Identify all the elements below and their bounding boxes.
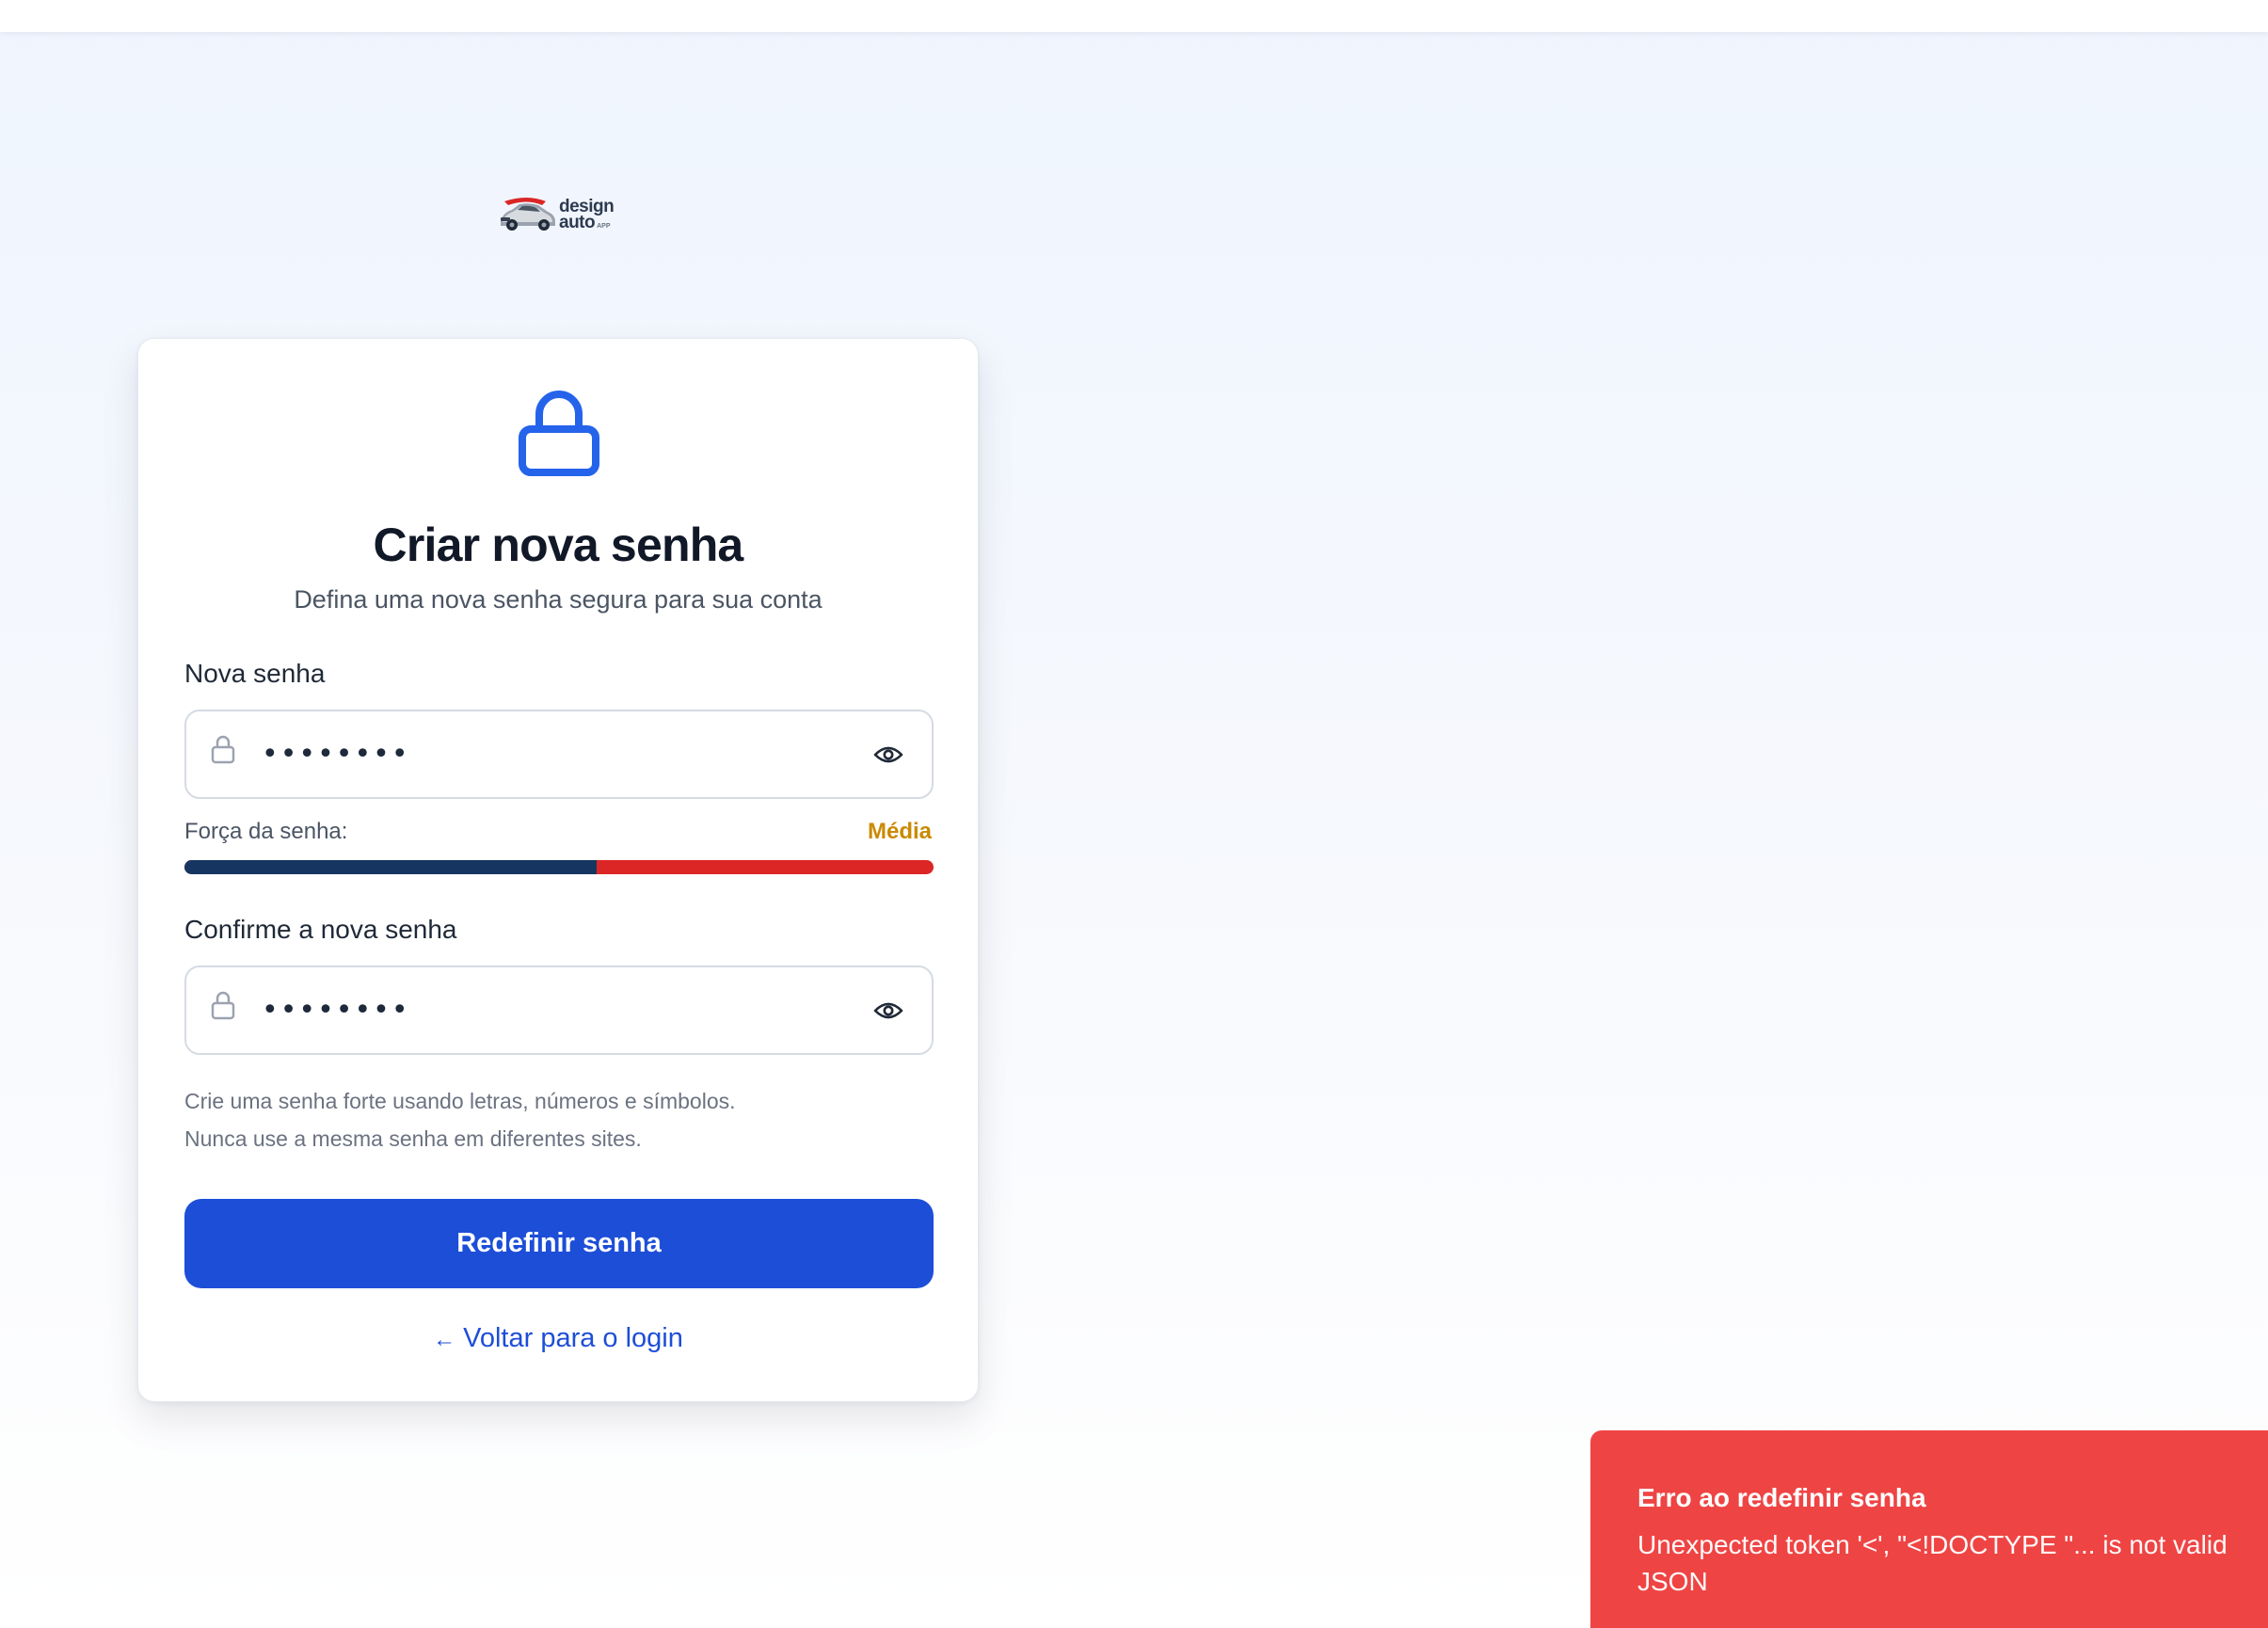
confirm-password-field[interactable]: •••••••• [184,966,934,1055]
page-title: Criar nova senha [373,519,744,571]
eye-icon[interactable] [873,742,903,767]
password-hint-line1: Crie uma senha forte usando letras, núme… [184,1089,736,1113]
strength-meter-fill [184,860,597,874]
toast-message: Unexpected token '<', "<!DOCTYPE "... is… [1637,1530,2228,1597]
new-password-label: Nova senha [184,659,326,688]
strength-label: Força da senha: [184,819,348,844]
arrow-left-icon: ← [433,1327,456,1352]
toast-title: Erro ao redefinir senha [1637,1483,1926,1512]
reset-password-button[interactable]: Redefinir senha [184,1199,934,1288]
eye-icon[interactable] [873,998,903,1023]
back-to-login-link[interactable]: ← Voltar para o login [138,1323,978,1354]
lock-icon [519,391,599,476]
back-to-login-label: Voltar para o login [463,1323,683,1353]
confirm-password-value[interactable]: •••••••• [262,994,410,1027]
password-hint-line2: Nunca use a mesma senha em diferentes si… [184,1126,642,1151]
page-subtitle: Defina uma nova senha segura para sua co… [294,585,823,614]
car-logo-icon [501,198,555,231]
reset-password-card: Criar nova senha Defina uma nova senha s… [137,338,979,1402]
brand-line2: auto [559,212,596,232]
brand-suffix: APP [597,222,611,230]
lock-icon [211,991,235,1020]
confirm-password-label: Confirme a nova senha [184,915,457,944]
strength-value: Média [867,819,932,844]
error-toast[interactable]: Erro ao redefinir senha Unexpected token… [1590,1430,2268,1628]
new-password-field[interactable]: •••••••• [184,710,934,799]
strength-meter [184,860,934,874]
brand-logo[interactable]: design auto APP [497,193,619,236]
top-bar [0,0,2268,32]
lock-icon [211,735,235,764]
new-password-value[interactable]: •••••••• [262,738,410,771]
